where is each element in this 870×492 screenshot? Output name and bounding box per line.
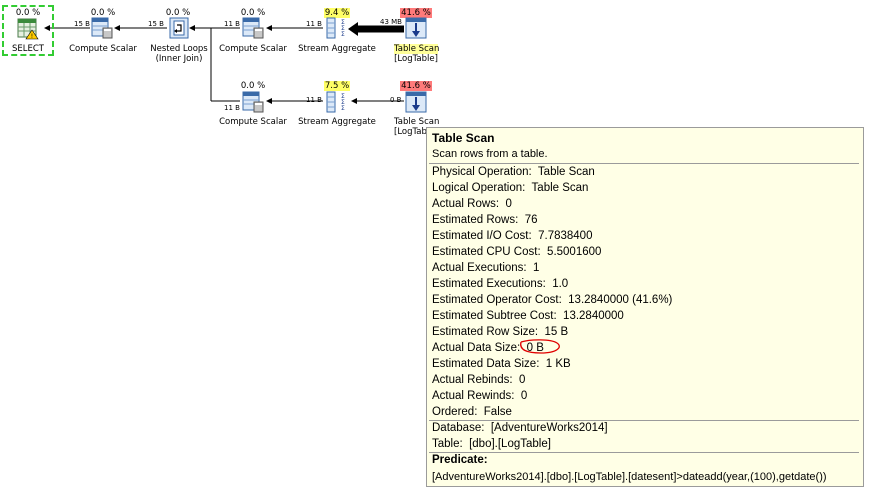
node-label: Stream Aggregate [298, 117, 376, 127]
svg-text:Σ: Σ [341, 105, 345, 112]
edge-label: 43 MB [380, 18, 402, 26]
node-label: Compute Scalar [219, 44, 287, 54]
node-sublabel: [LogTable] [394, 54, 438, 64]
red-annotation-circle [520, 339, 560, 354]
node-label: Compute Scalar [219, 117, 287, 127]
tooltip-property: Ordered: False [432, 406, 512, 418]
node-sublabel: (Inner Join) [155, 54, 203, 64]
divider [429, 452, 859, 453]
tooltip-property: Actual Rebinds: 0 [432, 374, 526, 386]
operator-tooltip: Table Scan Scan rows from a table. Physi… [426, 127, 864, 487]
compute-scalar-icon[interactable] [242, 91, 264, 113]
tooltip-property: Estimated CPU Cost: 5.5001600 [432, 246, 602, 258]
edge-label: 11 B [224, 104, 240, 112]
edge-label: 11 B [224, 20, 240, 28]
tooltip-property: Actual Executions: 1 [432, 262, 540, 274]
node-label: Stream Aggregate [298, 44, 376, 54]
cost-percent: 7.5 % [324, 81, 350, 91]
nested-loops-icon[interactable] [168, 17, 190, 39]
tooltip-property: Physical Operation: Table Scan [432, 166, 595, 178]
edge-label: 11 B [306, 20, 322, 28]
tooltip-title: Table Scan [432, 131, 495, 145]
node-label: Compute Scalar [69, 44, 137, 54]
tooltip-property: Logical Operation: Table Scan [432, 182, 589, 194]
tooltip-property: Estimated I/O Cost: 7.7838400 [432, 230, 593, 242]
node-label: Table Scan [394, 44, 440, 54]
compute-scalar-icon[interactable] [91, 17, 113, 39]
edge-label: 0 B [390, 96, 402, 104]
edge-label: 11 B [306, 96, 322, 104]
svg-text:!: ! [31, 33, 33, 40]
tooltip-property: Estimated Data Size: 1 KB [432, 358, 571, 370]
table-scan-icon[interactable] [405, 17, 427, 39]
predicate-text: [AdventureWorks2014].[dbo].[LogTable].[d… [432, 471, 827, 483]
tooltip-property: Estimated Rows: 76 [432, 214, 538, 226]
node-label: Nested Loops [150, 44, 208, 54]
tooltip-property: Estimated Operator Cost: 13.2840000 (41.… [432, 294, 673, 306]
tooltip-table: Table: [dbo].[LogTable] [432, 438, 551, 450]
tooltip-property: Actual Rewinds: 0 [432, 390, 528, 402]
tooltip-property: Actual Rows: 0 [432, 198, 512, 210]
select-icon: ! [17, 18, 39, 40]
node-label: Table Scan [394, 117, 440, 127]
edge-label: 15 B [74, 20, 90, 28]
node-label: SELECT [12, 44, 44, 54]
tooltip-property: Estimated Executions: 1.0 [432, 278, 569, 290]
svg-text:Σ: Σ [341, 31, 345, 38]
tooltip-property: Estimated Row Size: 15 B [432, 326, 569, 338]
cost-percent: 0.0 % [240, 81, 266, 91]
compute-scalar-icon[interactable] [242, 17, 264, 39]
tooltip-property: Estimated Subtree Cost: 13.2840000 [432, 310, 624, 322]
stream-aggregate-icon[interactable]: Σ Σ Σ [326, 91, 348, 113]
table-scan-icon[interactable] [405, 91, 427, 113]
stream-aggregate-icon[interactable]: Σ Σ Σ [326, 17, 348, 39]
tooltip-database: Database: [AdventureWorks2014] [432, 422, 608, 434]
predicate-heading: Predicate: [432, 454, 488, 466]
tooltip-description: Scan rows from a table. [432, 148, 548, 160]
cost-percent: 0.0 % [15, 8, 41, 18]
edge-label: 15 B [148, 20, 164, 28]
cost-percent: 41.6 % [400, 81, 432, 91]
